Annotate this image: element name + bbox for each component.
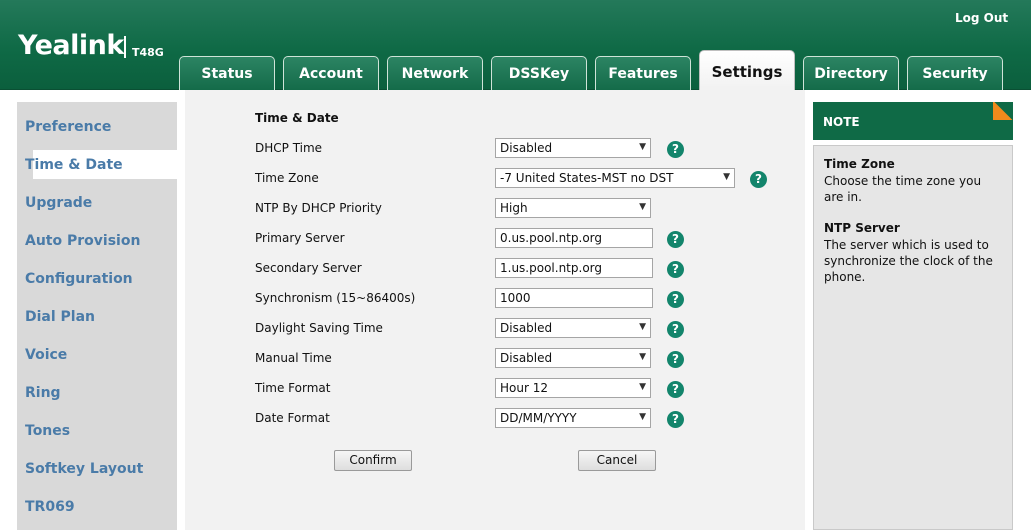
note-title: NOTE (823, 115, 860, 129)
tab-features[interactable]: Features (595, 56, 691, 90)
time-zone-value: -7 United States-MST no DST (500, 171, 674, 185)
sidebar-item-auto-provision[interactable]: Auto Provision (25, 233, 140, 261)
note-text-ntp-server: The server which is used to synchronize … (824, 238, 993, 284)
logo-divider (124, 36, 126, 58)
label-dhcp-time: DHCP Time (255, 141, 323, 155)
chevron-down-icon: ▼ (639, 322, 646, 332)
label-ntp-dhcp-priority: NTP By DHCP Priority (255, 201, 382, 215)
help-icon[interactable]: ? (750, 171, 767, 188)
cancel-button[interactable]: Cancel (578, 450, 656, 471)
label-time-zone: Time Zone (255, 171, 319, 185)
sidebar-item-upgrade[interactable]: Upgrade (25, 195, 92, 223)
note-heading-ntp-server: NTP Server (824, 221, 900, 235)
primary-server-input[interactable]: 0.us.pool.ntp.org (495, 228, 653, 248)
logout-link[interactable]: Log Out (955, 11, 1008, 25)
sidebar-item-voice[interactable]: Voice (25, 347, 67, 375)
dhcp-time-value: Disabled (500, 141, 553, 155)
help-icon[interactable]: ? (667, 141, 684, 158)
date-format-value: DD/MM/YYYY (500, 411, 577, 425)
device-model: T48G (132, 46, 164, 59)
sidebar-item-softkey-layout[interactable]: Softkey Layout (25, 461, 143, 489)
help-icon[interactable]: ? (667, 381, 684, 398)
ntp-dhcp-priority-select[interactable]: High ▼ (495, 198, 651, 218)
sidebar-item-configuration[interactable]: Configuration (25, 271, 133, 299)
label-synchronism: Synchronism (15~86400s) (255, 291, 416, 305)
label-time-format: Time Format (255, 381, 331, 395)
tab-network[interactable]: Network (387, 56, 483, 90)
label-secondary-server: Secondary Server (255, 261, 362, 275)
confirm-button[interactable]: Confirm (334, 450, 412, 471)
tab-dsskey[interactable]: DSSKey (491, 56, 587, 90)
label-manual-time: Manual Time (255, 351, 332, 365)
help-icon[interactable]: ? (667, 321, 684, 338)
time-zone-select[interactable]: -7 United States-MST no DST ▼ (495, 168, 735, 188)
chevron-down-icon: ▼ (639, 382, 646, 392)
label-primary-server: Primary Server (255, 231, 345, 245)
time-format-value: Hour 12 (500, 381, 548, 395)
tab-directory[interactable]: Directory (803, 56, 899, 90)
daylight-saving-select[interactable]: Disabled ▼ (495, 318, 651, 338)
sidebar-item-ring[interactable]: Ring (25, 385, 61, 413)
sidebar-item-tr069[interactable]: TR069 (25, 499, 75, 527)
note-corner-icon (993, 102, 1013, 120)
sidebar-item-dial-plan[interactable]: Dial Plan (25, 309, 95, 337)
note-text-time-zone: Choose the time zone you are in. (824, 174, 982, 204)
label-date-format: Date Format (255, 411, 330, 425)
help-icon[interactable]: ? (667, 261, 684, 278)
chevron-down-icon: ▼ (723, 172, 730, 182)
note-header: NOTE (813, 102, 1013, 140)
secondary-server-input[interactable]: 1.us.pool.ntp.org (495, 258, 653, 278)
sidebar-item-time-date[interactable]: Time & Date (25, 157, 123, 185)
help-icon[interactable]: ? (667, 351, 684, 368)
ntp-dhcp-priority-value: High (500, 201, 528, 215)
page-title: Time & Date (255, 111, 339, 125)
note-heading-time-zone: Time Zone (824, 157, 895, 171)
chevron-down-icon: ▼ (639, 352, 646, 362)
manual-time-value: Disabled (500, 351, 553, 365)
synchronism-input[interactable]: 1000 (495, 288, 653, 308)
label-daylight-saving: Daylight Saving Time (255, 321, 383, 335)
help-icon[interactable]: ? (667, 411, 684, 428)
tab-security[interactable]: Security (907, 56, 1003, 90)
manual-time-select[interactable]: Disabled ▼ (495, 348, 651, 368)
sidebar-item-preference[interactable]: Preference (25, 119, 111, 147)
time-format-select[interactable]: Hour 12 ▼ (495, 378, 651, 398)
daylight-saving-value: Disabled (500, 321, 553, 335)
date-format-select[interactable]: DD/MM/YYYY ▼ (495, 408, 651, 428)
sidebar-item-tones[interactable]: Tones (25, 423, 70, 451)
chevron-down-icon: ▼ (639, 412, 646, 422)
help-icon[interactable]: ? (667, 291, 684, 308)
brand-logo: Yealink (18, 30, 124, 61)
tab-status[interactable]: Status (179, 56, 275, 90)
dhcp-time-select[interactable]: Disabled ▼ (495, 138, 651, 158)
chevron-down-icon: ▼ (639, 202, 646, 212)
tab-account[interactable]: Account (283, 56, 379, 90)
header-bar: Yealink T48G Log Out Status Account Netw… (0, 0, 1031, 91)
tab-settings[interactable]: Settings (699, 50, 795, 91)
help-icon[interactable]: ? (667, 231, 684, 248)
chevron-down-icon: ▼ (639, 142, 646, 152)
